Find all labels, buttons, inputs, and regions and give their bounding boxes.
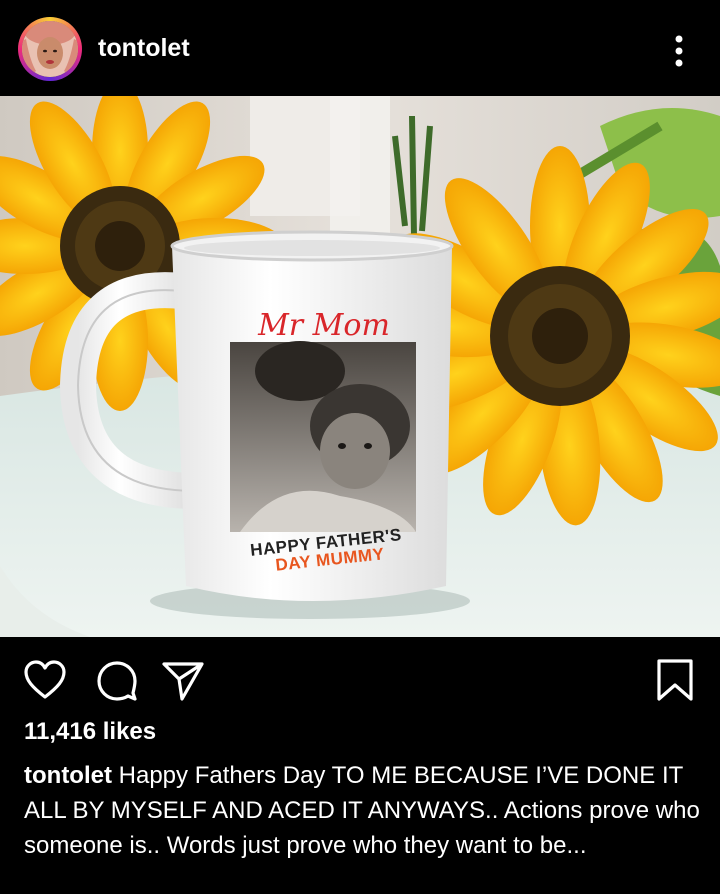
more-vertical-icon[interactable] bbox=[664, 30, 694, 70]
story-ring[interactable] bbox=[18, 17, 82, 81]
comment-icon[interactable] bbox=[94, 657, 140, 703]
header-username[interactable]: tontolet bbox=[98, 34, 190, 63]
caption-text: Happy Fathers Day TO ME BECAUSE I’VE DON… bbox=[24, 762, 700, 859]
post-image[interactable]: Mr Mom HAPPY FATHER'S DAY MUMMY bbox=[0, 96, 720, 637]
mug-title: Mr Mom bbox=[258, 308, 390, 343]
bookmark-icon[interactable] bbox=[652, 657, 698, 703]
send-icon[interactable] bbox=[160, 657, 206, 703]
post-header: tontolet bbox=[0, 0, 720, 96]
caption-username[interactable]: tontolet bbox=[24, 762, 112, 789]
post-caption: tontolet Happy Fathers Day TO ME BECAUSE… bbox=[24, 758, 704, 863]
post-actions bbox=[0, 637, 720, 717]
avatar-image bbox=[22, 21, 78, 77]
likes-count[interactable]: 11,416 likes bbox=[24, 718, 156, 746]
heart-icon[interactable] bbox=[22, 657, 68, 703]
avatar[interactable] bbox=[22, 21, 78, 77]
